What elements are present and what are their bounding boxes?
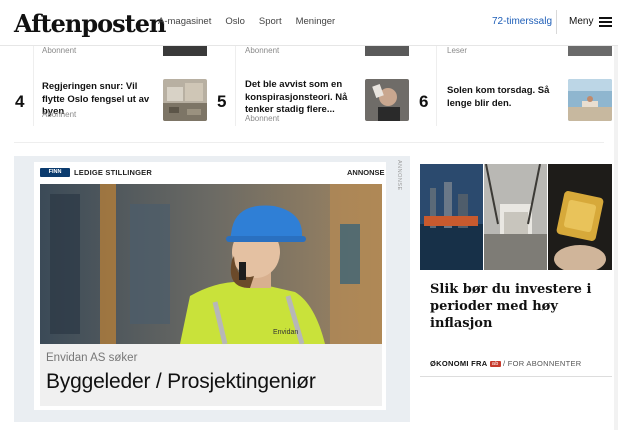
- finn-logo: FINN: [40, 168, 70, 177]
- article-image[interactable]: [420, 164, 612, 270]
- section-label: ØKONOMI FRA: [430, 359, 488, 368]
- column-divider: [33, 46, 34, 126]
- section-divider: [14, 142, 604, 143]
- column-divider: [235, 46, 236, 126]
- article-divider: [420, 376, 612, 377]
- ad-label: ANNONSE: [347, 168, 385, 177]
- article-headline[interactable]: Solen kom torsdag. Så lenge blir den.: [447, 85, 565, 110]
- nav-link-meninger[interactable]: Meninger: [296, 16, 336, 27]
- helmet-brand-text: Envidan: [273, 329, 298, 336]
- ad-job-title[interactable]: Byggeleder / Prosjektingeniør: [46, 370, 316, 394]
- hamburger-icon: [599, 16, 613, 27]
- article-thumbnail[interactable]: [568, 79, 612, 121]
- subscribe-link[interactable]: 72-timerssalg: [492, 16, 552, 27]
- prev-item-meta: Abonnent: [42, 46, 77, 55]
- nav-link-sport[interactable]: Sport: [259, 16, 282, 27]
- menu-button[interactable]: Meny: [569, 16, 613, 27]
- main-nav: A-magasinet Oslo Sport Meninger: [158, 16, 335, 27]
- ad-side-label: ANNONSE: [396, 160, 402, 191]
- page-scrollbar[interactable]: [614, 46, 618, 430]
- prev-thumbnail[interactable]: [365, 46, 409, 56]
- prev-item-meta: Leser: [447, 46, 468, 55]
- article-thumbnail[interactable]: [365, 79, 409, 121]
- access-label: / FOR ABONNENTER: [502, 359, 582, 368]
- menu-label: Meny: [569, 16, 594, 27]
- prev-thumbnail[interactable]: [568, 46, 612, 56]
- subscriber-badge-icon: ab: [489, 361, 501, 367]
- ad-category-label: LEDIGE STILLINGER: [74, 168, 152, 177]
- prev-thumbnail[interactable]: [163, 46, 207, 56]
- header-divider: [556, 10, 557, 34]
- ad-company[interactable]: Envidan AS søker: [46, 352, 137, 364]
- article-meta: Abonnent: [245, 114, 280, 123]
- article-meta: Abonnent: [42, 110, 77, 119]
- column-divider: [436, 46, 437, 126]
- article-headline[interactable]: Slik bør du investere i perioder med høy…: [430, 281, 610, 332]
- nav-link-oslo[interactable]: Oslo: [225, 16, 245, 27]
- site-header: Aftenposten A-magasinet Oslo Sport Menin…: [0, 0, 618, 46]
- article-meta: ØKONOMI FRA ab / FOR ABONNENTER: [430, 359, 582, 368]
- ad-image[interactable]: Envidan: [40, 184, 382, 344]
- rank-number: 5: [217, 92, 227, 111]
- nav-link-a-magasinet[interactable]: A-magasinet: [158, 16, 211, 27]
- prev-item-meta: Abonnent: [245, 46, 280, 55]
- site-logo[interactable]: Aftenposten: [14, 9, 166, 38]
- rank-number: 4: [15, 92, 25, 111]
- article-headline[interactable]: Det ble avvist som en konspirasjonsteori…: [245, 79, 363, 117]
- article-thumbnail[interactable]: [163, 79, 207, 121]
- rank-number: 6: [419, 92, 429, 111]
